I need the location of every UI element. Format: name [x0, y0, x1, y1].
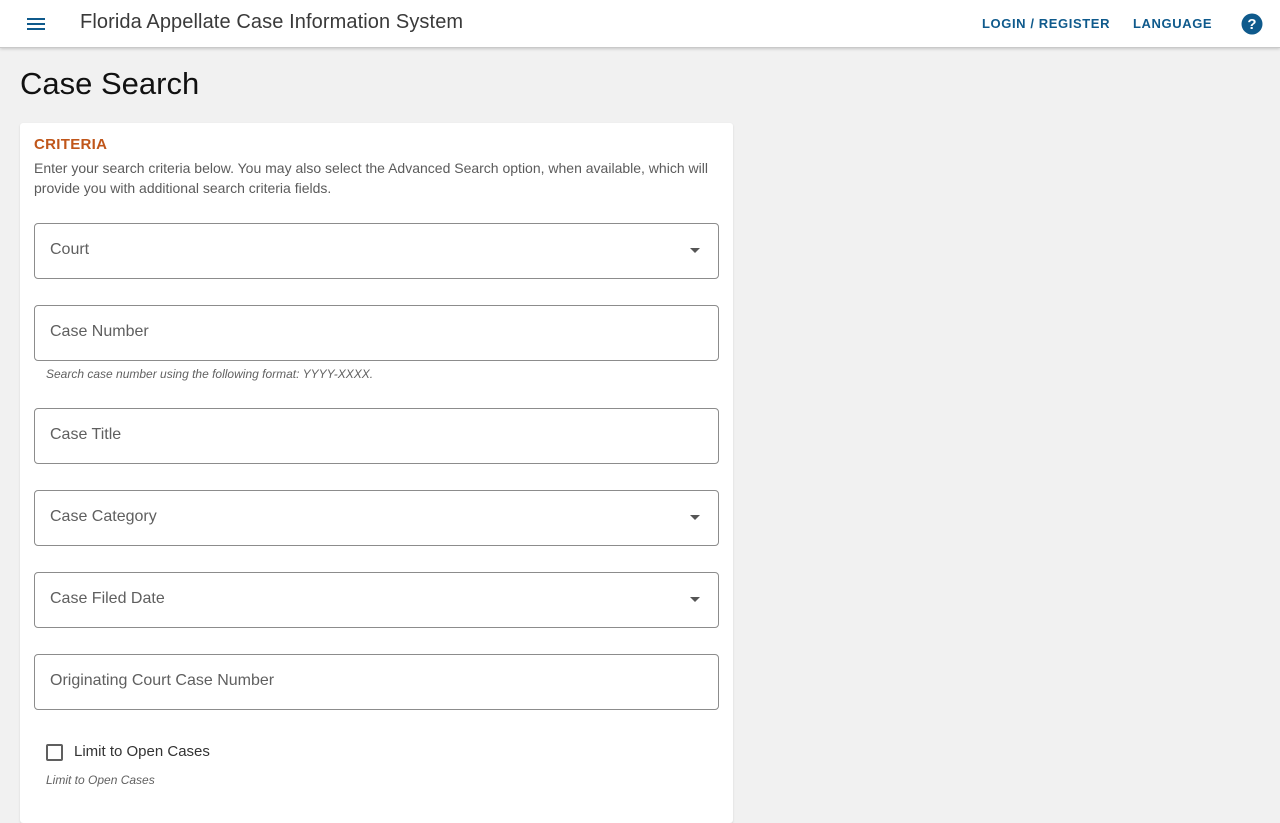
- help-circle-icon[interactable]: ?: [1241, 13, 1263, 35]
- login-register-link[interactable]: LOGIN / REGISTER: [982, 16, 1110, 31]
- search-criteria-card: CRITERIA Enter your search criteria belo…: [20, 123, 733, 823]
- checkbox-icon[interactable]: [46, 744, 63, 761]
- language-menu-button[interactable]: LANGUAGE: [1133, 16, 1212, 31]
- case-filed-date-select[interactable]: Case Filed Date: [34, 572, 719, 628]
- criteria-heading: CRITERIA: [34, 136, 108, 153]
- court-select-label: Court: [50, 241, 90, 258]
- dropdown-arrow-icon: [690, 515, 700, 520]
- criteria-description: Enter your search criteria below. You ma…: [34, 160, 708, 196]
- hamburger-menu-icon[interactable]: [24, 12, 48, 36]
- dropdown-arrow-icon: [690, 597, 700, 602]
- case-number-label: Case Number: [50, 323, 149, 340]
- case-category-select[interactable]: Case Category: [34, 490, 719, 546]
- limit-open-cases-hint: Limit to Open Cases: [46, 773, 155, 787]
- dropdown-arrow-icon: [690, 248, 700, 253]
- originating-court-case-number-label: Originating Court Case Number: [50, 672, 275, 689]
- court-select[interactable]: Court: [34, 223, 719, 279]
- case-number-input[interactable]: Case Number: [34, 305, 719, 361]
- app-header: Florida Appellate Case Information Syste…: [0, 0, 1280, 48]
- limit-open-cases-label: Limit to Open Cases: [74, 743, 210, 760]
- page-title: Case Search: [20, 66, 200, 101]
- app-title: Florida Appellate Case Information Syste…: [80, 11, 464, 33]
- case-title-input[interactable]: Case Title: [34, 408, 719, 464]
- case-number-hint: Search case number using the following f…: [46, 367, 374, 381]
- case-category-label: Case Category: [50, 508, 157, 525]
- case-filed-date-label: Case Filed Date: [50, 590, 165, 607]
- case-title-label: Case Title: [50, 426, 122, 443]
- svg-text:?: ?: [1247, 16, 1256, 33]
- originating-court-case-number-input[interactable]: Originating Court Case Number: [34, 654, 719, 710]
